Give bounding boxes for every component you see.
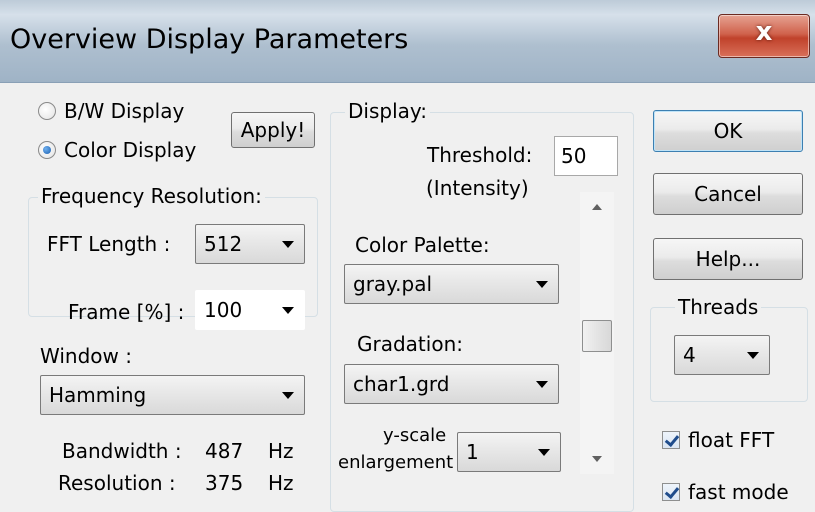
color-palette-value: gray.pal <box>353 272 433 296</box>
chevron-down-icon <box>282 307 294 314</box>
bw-display-label[interactable]: B/W Display <box>64 99 184 123</box>
bandwidth-value: 487 <box>205 439 244 463</box>
yscale-label-line2: enlargement : <box>338 452 465 473</box>
cancel-button[interactable]: Cancel <box>653 173 803 215</box>
float-fft-label[interactable]: float FFT <box>688 428 774 452</box>
window-title: Overview Display Parameters <box>10 24 409 55</box>
resolution-label: Resolution : <box>58 471 176 495</box>
display-legend: Display: <box>345 99 431 123</box>
yscale-value: 1 <box>466 440 479 464</box>
fft-length-label: FFT Length : <box>47 232 171 256</box>
frame-label: Frame [%] : <box>68 300 185 324</box>
bandwidth-label: Bandwidth : <box>62 439 182 463</box>
yscale-label-line1: y-scale <box>383 425 447 446</box>
gradation-value: char1.grd <box>353 372 450 396</box>
color-palette-select[interactable]: gray.pal <box>344 264 559 304</box>
scrollbar-thumb[interactable] <box>582 320 612 352</box>
apply-button[interactable]: Apply! <box>231 112 315 148</box>
threads-value: 4 <box>683 343 696 367</box>
bandwidth-unit: Hz <box>268 439 294 463</box>
bw-display-radio[interactable] <box>38 102 56 120</box>
resolution-value: 375 <box>205 471 244 495</box>
chevron-down-icon <box>282 392 294 399</box>
threshold-sublabel: (Intensity) <box>426 176 529 200</box>
gradation-label: Gradation: <box>357 332 463 356</box>
float-fft-checkbox[interactable] <box>662 431 680 449</box>
fast-mode-label[interactable]: fast mode <box>688 480 789 504</box>
color-display-radio[interactable] <box>38 141 56 159</box>
window-select[interactable]: Hamming <box>40 375 305 415</box>
fft-length-value: 512 <box>204 232 243 256</box>
gradation-select[interactable]: char1.grd <box>344 364 559 404</box>
threshold-label: Threshold: <box>427 143 533 167</box>
window-value: Hamming <box>49 383 147 407</box>
threads-select[interactable]: 4 <box>674 335 770 375</box>
ok-button[interactable]: OK <box>653 110 803 152</box>
close-icon: x <box>755 17 773 47</box>
chevron-down-icon <box>282 241 294 248</box>
frequency-resolution-legend: Frequency Resolution: <box>38 184 265 208</box>
title-bar[interactable]: Overview Display Parameters x <box>0 0 815 83</box>
fft-length-select[interactable]: 512 <box>195 224 305 264</box>
close-button[interactable]: x <box>718 14 810 58</box>
window-label: Window : <box>40 344 132 368</box>
chevron-down-icon <box>536 281 548 288</box>
threshold-input[interactable]: 50 <box>554 136 618 176</box>
threads-legend: Threads <box>675 295 762 319</box>
chevron-down-icon <box>747 352 759 359</box>
color-palette-label: Color Palette: <box>355 233 490 257</box>
chevron-down-icon <box>536 381 548 388</box>
frame-select[interactable]: 100 <box>195 290 305 330</box>
chevron-down-icon <box>538 449 550 456</box>
yscale-select[interactable]: 1 <box>457 432 561 472</box>
help-button[interactable]: Help... <box>653 238 803 280</box>
scroll-up-arrow-icon[interactable] <box>592 204 602 210</box>
resolution-unit: Hz <box>268 471 294 495</box>
scroll-down-arrow-icon[interactable] <box>592 456 602 462</box>
color-display-label[interactable]: Color Display <box>64 138 196 162</box>
fast-mode-checkbox[interactable] <box>662 483 680 501</box>
frame-value: 100 <box>204 298 243 322</box>
